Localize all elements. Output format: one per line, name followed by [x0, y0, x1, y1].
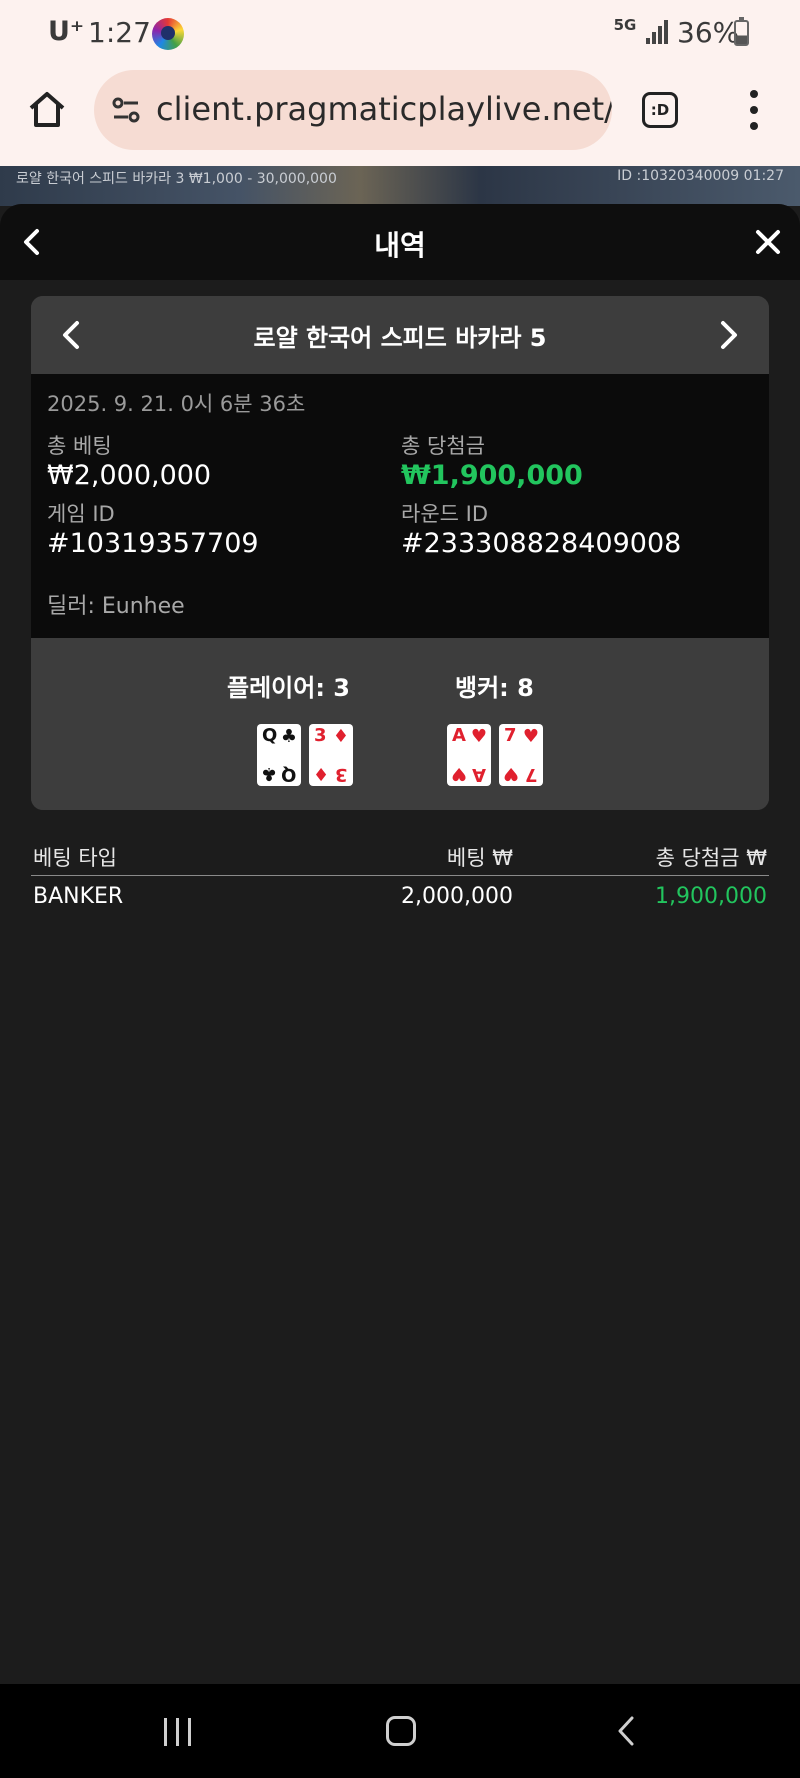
card-suit-icon: ♦: [313, 763, 330, 784]
banker-score: 뱅커: 8: [455, 674, 534, 702]
table-row: BANKER 2,000,000 1,900,000: [31, 878, 769, 918]
total-win-value: ₩1,900,000: [401, 460, 583, 491]
playing-card: 7 ♥ 7 ♥: [499, 724, 543, 786]
signal-icon: [646, 20, 668, 44]
card-rank: 7: [504, 725, 517, 746]
round-datetime: 2025. 9. 21. 0시 6분 36초: [47, 392, 306, 416]
close-icon[interactable]: [754, 228, 782, 256]
game-table-info: 로얄 한국어 스피드 바카라 3 ₩1,000 - 30,000,000: [16, 171, 337, 187]
playing-card: Q ♣ Q ♣: [257, 724, 301, 786]
battery-percent: 36%: [677, 16, 740, 49]
site-settings-icon[interactable]: [110, 94, 142, 126]
card-rank: 7: [525, 764, 538, 785]
card-suit-icon: ♥: [470, 726, 487, 747]
sheet-title: 내역: [374, 229, 426, 262]
bet-type-cell: BANKER: [33, 884, 124, 909]
home-button-icon[interactable]: [386, 1716, 416, 1746]
card-rank: 3: [335, 764, 348, 785]
bet-amount-cell: 2,000,000: [401, 884, 513, 909]
card-rank: A: [452, 725, 466, 746]
sheet-header: 내역: [0, 204, 800, 280]
playing-card: A ♥ A ♥: [447, 724, 491, 786]
card-suit-icon: ♣: [261, 763, 278, 784]
browser-toolbar: client.pragmaticplaylive.net/c :D: [0, 66, 800, 166]
more-menu-icon[interactable]: [744, 90, 764, 130]
system-nav-bar: [0, 1684, 800, 1778]
playing-card: 3 ♦ 3 ♦: [309, 724, 353, 786]
bets-table-header: 베팅 타입 베팅 ₩ 총 당첨금 ₩: [31, 840, 769, 876]
player-score: 플레이어: 3: [227, 674, 350, 702]
back-nav-icon[interactable]: [614, 1714, 638, 1748]
game-background: 로얄 한국어 스피드 바카라 3 ₩1,000 - 30,000,000 ID …: [0, 166, 800, 206]
card-rank: Q: [280, 764, 296, 785]
col-bet-amount: 베팅 ₩: [446, 846, 513, 870]
round-id-value: #233308828409008: [401, 528, 682, 559]
home-icon[interactable]: [26, 88, 68, 130]
carrier-label: U⁺: [48, 16, 85, 47]
card-rank: 3: [314, 725, 327, 746]
card-rank: A: [472, 764, 486, 785]
card-suit-icon: ♥: [451, 763, 468, 784]
address-bar[interactable]: client.pragmaticplaylive.net/c: [94, 70, 612, 150]
maps-notification-icon: [152, 18, 184, 50]
total-bet-label: 총 베팅: [47, 434, 112, 458]
card-suit-icon: ♣: [280, 726, 297, 747]
round-details: 2025. 9. 21. 0시 6분 36초 총 베팅 ₩2,000,000 총…: [31, 374, 769, 638]
history-sheet: 내역 로얄 한국어 스피드 바카라 5 2025. 9. 21. 0시 6분 3…: [0, 204, 800, 1684]
card-suit-icon: ♥: [522, 726, 539, 747]
game-id-label: 게임 ID: [47, 502, 115, 526]
table-name: 로얄 한국어 스피드 바카라 5: [253, 324, 547, 352]
recent-apps-icon[interactable]: [164, 1718, 194, 1746]
round-id-label: 라운드 ID: [401, 502, 488, 526]
col-total-win: 총 당첨금 ₩: [655, 846, 767, 870]
game-id-info: ID :10320340009 01:27: [617, 168, 784, 184]
tab-switcher-button[interactable]: :D: [642, 92, 678, 128]
network-5g-icon: 5G: [613, 16, 637, 34]
next-round-icon[interactable]: [717, 318, 741, 352]
battery-icon: [734, 17, 749, 46]
total-bet-value: ₩2,000,000: [47, 460, 212, 491]
total-win-label: 총 당첨금: [401, 434, 485, 458]
round-card: 로얄 한국어 스피드 바카라 5 2025. 9. 21. 0시 6분 36초 …: [31, 296, 769, 810]
game-id-value: #10319357709: [47, 528, 259, 559]
dealer-name: 딜러: Eunhee: [47, 594, 185, 619]
col-bet-type: 베팅 타입: [33, 846, 117, 870]
url-text: client.pragmaticplaylive.net/c: [156, 90, 612, 128]
round-card-header: 로얄 한국어 스피드 바카라 5: [31, 296, 769, 374]
card-suit-icon: ♦: [332, 726, 349, 747]
clock: 1:27: [88, 16, 151, 49]
card-suit-icon: ♥: [503, 763, 520, 784]
status-bar: U⁺ 1:27 5G 36%: [0, 0, 800, 66]
round-result: 플레이어: 3 뱅커: 8 Q ♣ Q ♣ 3 ♦ 3 ♦ A ♥ A ♥ 7 ♥ 7 ♥: [31, 638, 769, 810]
win-amount-cell: 1,900,000: [655, 884, 767, 909]
card-rank: Q: [262, 725, 278, 746]
